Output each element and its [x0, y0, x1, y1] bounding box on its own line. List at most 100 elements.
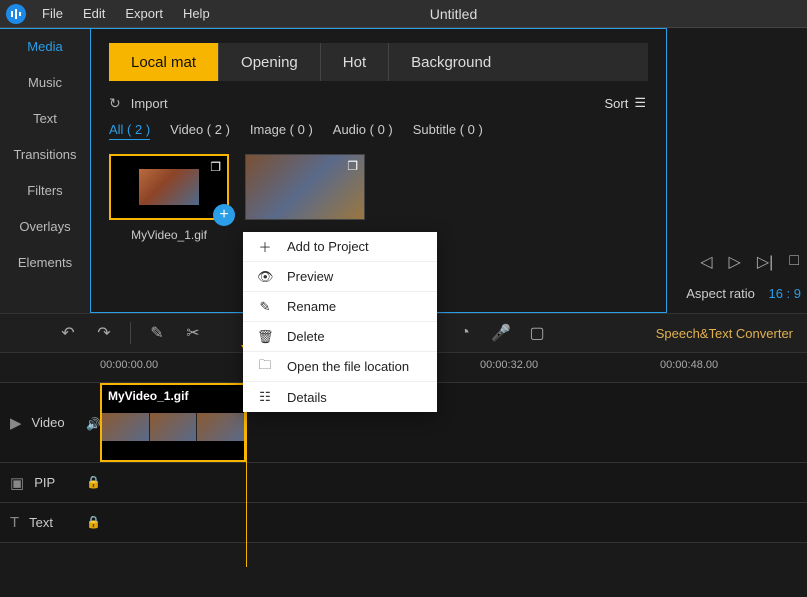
sidebar-item-music[interactable]: Music: [0, 64, 90, 100]
ctx-delete[interactable]: 🗑 Delete: [243, 322, 437, 352]
separator: [130, 322, 131, 344]
play-button[interactable]: ▷: [729, 252, 741, 272]
next-frame-button[interactable]: ▷|: [757, 252, 773, 272]
track-body-pip[interactable]: 🔒: [100, 463, 807, 502]
media-tabs: Local mat Opening Hot Background: [109, 43, 648, 81]
ctx-delete-label: Delete: [287, 329, 325, 344]
track-head-video[interactable]: ▶ Video: [0, 414, 100, 432]
clip-frames: [102, 413, 244, 441]
volume-icon[interactable]: 🔊: [86, 417, 101, 431]
sidebar-item-overlays[interactable]: Overlays: [0, 208, 90, 244]
filter-image[interactable]: Image ( 0 ): [250, 122, 313, 140]
media-label-0: MyVideo_1.gif: [109, 228, 229, 242]
playback-controls: ◁ ▷ ▷| □: [700, 252, 807, 272]
media-item-1[interactable]: ❐: [245, 154, 365, 242]
menu-export[interactable]: Export: [115, 6, 173, 21]
aspect-value: 16 : 9: [768, 286, 801, 301]
sidebar-item-elements[interactable]: Elements: [0, 244, 90, 280]
plus-icon: ＋: [257, 237, 273, 256]
speech-text-converter[interactable]: Speech&Text Converter: [656, 326, 793, 341]
ctx-open-location[interactable]: 🗀 Open the file location: [243, 352, 437, 382]
app-logo: [6, 4, 26, 24]
camera-icon: ❐: [210, 160, 221, 174]
ctx-preview-label: Preview: [287, 269, 333, 284]
cut-tool[interactable]: ✂: [175, 323, 211, 343]
track-text-label: Text: [29, 515, 53, 530]
text-track-icon: T: [10, 514, 19, 531]
ctx-preview[interactable]: 👁 Preview: [243, 262, 437, 292]
sidebar-item-transitions[interactable]: Transitions: [0, 136, 90, 172]
ruler-tick-3: 00:00:48.00: [660, 359, 718, 371]
ctx-rename-label: Rename: [287, 299, 336, 314]
track-body-video[interactable]: 🔊 MyVideo_1.gif: [100, 383, 807, 462]
track-body-text[interactable]: 🔒: [100, 503, 807, 542]
track-pip-label: PIP: [34, 475, 55, 490]
screen-tool[interactable]: ▢: [519, 323, 555, 343]
track-head-text[interactable]: T Text: [0, 514, 100, 531]
filter-subtitle[interactable]: Subtitle ( 0 ): [413, 122, 483, 140]
ctx-rename[interactable]: ✎ Rename: [243, 292, 437, 322]
lock-icon[interactable]: 🔒: [86, 515, 101, 529]
stop-button[interactable]: □: [789, 252, 799, 272]
ctx-details-label: Details: [287, 390, 327, 405]
ruler-tick-0: 00:00:00.00: [100, 359, 158, 371]
lock-icon[interactable]: 🔒: [86, 475, 101, 489]
undo-button[interactable]: ↶: [50, 323, 86, 343]
filter-audio[interactable]: Audio ( 0 ): [333, 122, 393, 140]
clip-label: MyVideo_1.gif: [108, 389, 188, 403]
pencil-tool[interactable]: ✎: [139, 323, 175, 343]
import-icon: ↻: [109, 95, 121, 112]
track-video-label: Video: [32, 415, 65, 430]
media-item-0[interactable]: ❐ + MyVideo_1.gif: [109, 154, 229, 242]
ctx-details[interactable]: ☷ Details: [243, 382, 437, 412]
trash-icon: 🗑: [257, 329, 273, 345]
filter-video[interactable]: Video ( 2 ): [170, 122, 230, 140]
ctx-add-to-project[interactable]: ＋Add to Project: [243, 232, 437, 262]
track-pip: ▣ PIP 🔒: [0, 463, 807, 503]
camera-icon: ❐: [347, 159, 358, 173]
ruler-tick-2: 00:00:32.00: [480, 359, 538, 371]
pencil-icon: ✎: [257, 299, 273, 315]
menu-help[interactable]: Help: [173, 6, 220, 21]
document-title: Untitled: [374, 6, 534, 22]
mic-tool[interactable]: 🎤: [483, 323, 519, 343]
title-bar: File Edit Export Help Untitled: [0, 0, 807, 28]
eye-icon: 👁: [257, 269, 273, 285]
thumbnail-grid: ❐ + MyVideo_1.gif ❐: [109, 154, 648, 242]
sidebar-item-media[interactable]: Media: [0, 28, 90, 64]
tab-local-material[interactable]: Local mat: [109, 43, 219, 81]
pip-track-icon: ▣: [10, 474, 24, 492]
clip-0[interactable]: MyVideo_1.gif: [100, 383, 246, 462]
details-icon: ☷: [257, 389, 273, 405]
track-head-pip[interactable]: ▣ PIP: [0, 474, 100, 492]
aspect-ratio[interactable]: Aspect ratio 16 : 9: [686, 286, 801, 301]
filter-all[interactable]: All ( 2 ): [109, 122, 150, 140]
filter-row: All ( 2 ) Video ( 2 ) Image ( 0 ) Audio …: [109, 122, 648, 140]
tab-opening[interactable]: Opening: [219, 43, 321, 81]
aspect-label: Aspect ratio: [686, 286, 755, 301]
ctx-open-label: Open the file location: [287, 359, 409, 374]
menu-file[interactable]: File: [32, 6, 73, 21]
import-label: Import: [131, 96, 168, 111]
import-row[interactable]: ↻ Import: [109, 95, 648, 112]
media-thumb-0[interactable]: ❐ +: [109, 154, 229, 220]
sidebar-item-text[interactable]: Text: [0, 100, 90, 136]
context-menu: ＋Add to Project 👁 Preview ✎ Rename 🗑 Delete…: [243, 232, 437, 412]
redo-button[interactable]: ↷: [86, 323, 122, 343]
folder-icon: 🗀: [257, 356, 273, 378]
preview-area: ◁ ▷ ▷| □ Aspect ratio 16 : 9: [667, 28, 807, 313]
sort-button[interactable]: Sort ☰: [605, 95, 647, 111]
add-to-project-button[interactable]: +: [213, 204, 235, 226]
media-thumb-1[interactable]: ❐: [245, 154, 365, 220]
timer-tool[interactable]: ◔: [447, 324, 483, 342]
media-preview-0: [139, 169, 199, 205]
video-track-icon: ▶: [10, 414, 22, 432]
prev-frame-button[interactable]: ◁: [700, 252, 712, 272]
track-text: T Text 🔒: [0, 503, 807, 543]
tab-background[interactable]: Background: [389, 43, 513, 81]
tab-hot[interactable]: Hot: [321, 43, 389, 81]
sort-label: Sort: [605, 96, 629, 111]
menu-edit[interactable]: Edit: [73, 6, 115, 21]
list-icon: ☰: [634, 95, 646, 111]
sidebar-item-filters[interactable]: Filters: [0, 172, 90, 208]
